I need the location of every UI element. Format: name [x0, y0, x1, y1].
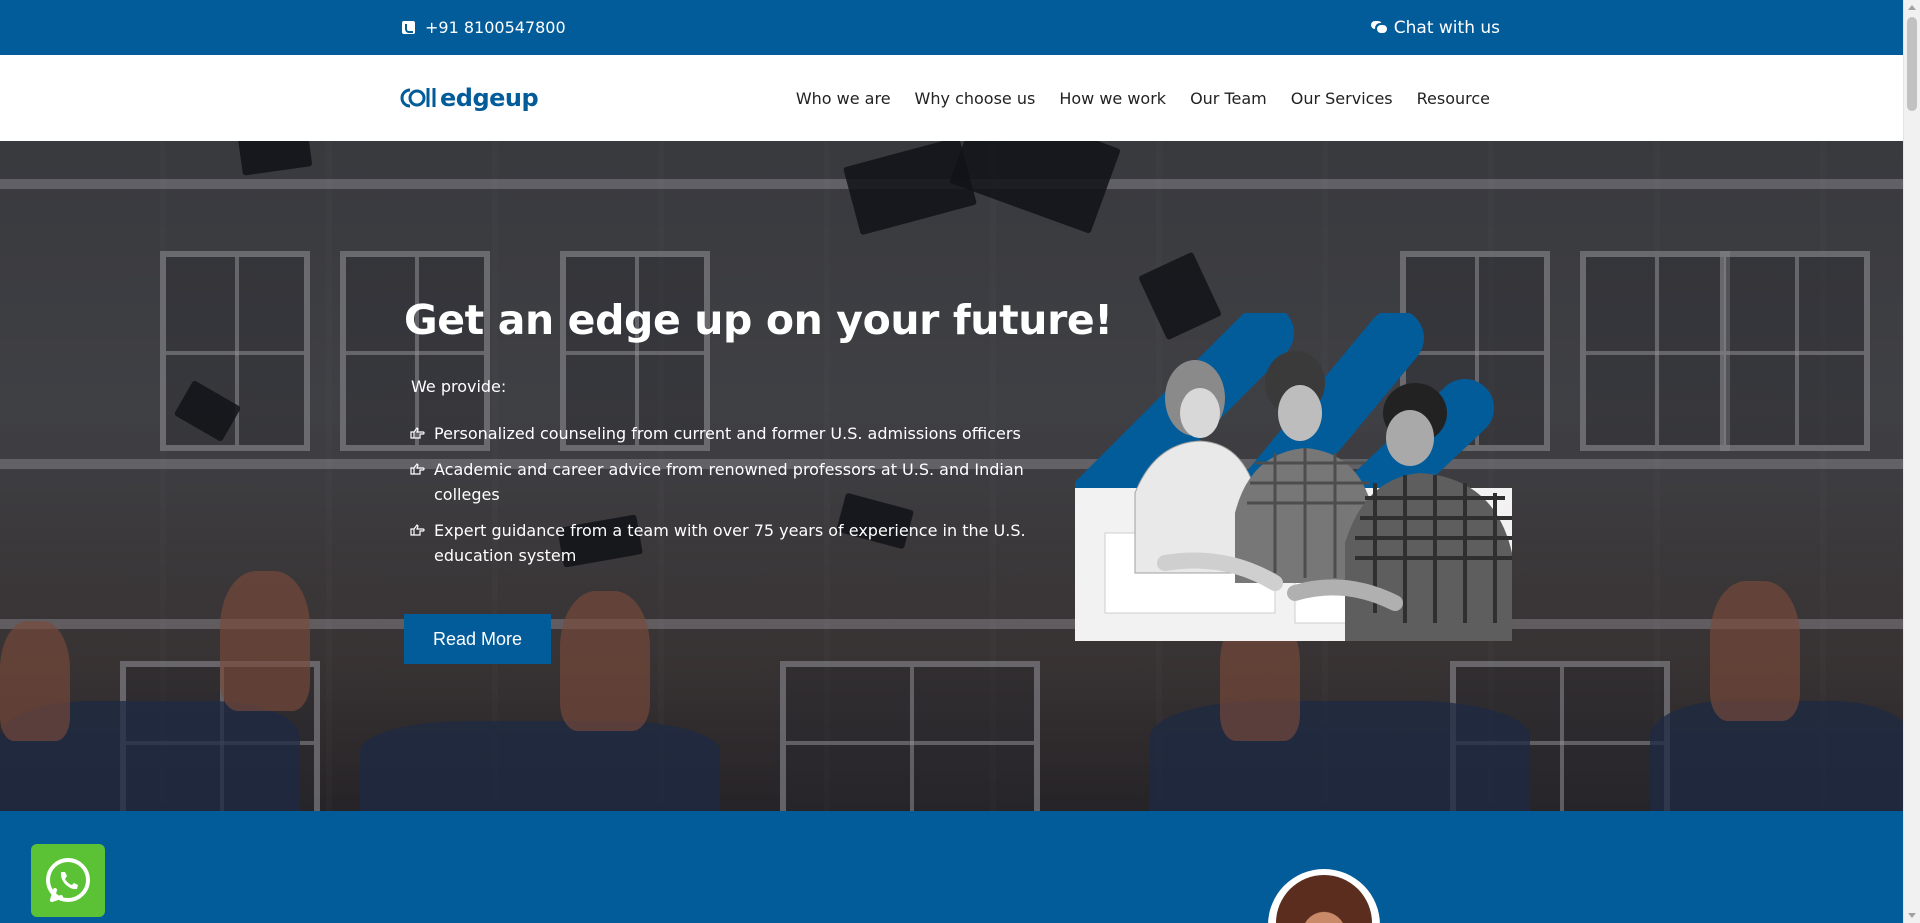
- scrollbar-thumb[interactable]: [1907, 17, 1917, 111]
- phone-contact[interactable]: +91 8100547800: [402, 0, 566, 55]
- nav-our-services[interactable]: Our Services: [1291, 89, 1393, 108]
- colledgeup-logo[interactable]: edgeup: [400, 82, 539, 114]
- nav-our-team[interactable]: Our Team: [1190, 89, 1267, 108]
- feature-text: Academic and career advice from renowned…: [434, 460, 1024, 504]
- feature-text: Expert guidance from a team with over 75…: [434, 521, 1026, 565]
- nav-why-choose-us[interactable]: Why choose us: [915, 89, 1036, 108]
- chat-label[interactable]: Chat with us: [1394, 18, 1500, 38]
- students-studying-photo: [1075, 313, 1512, 641]
- hand-pointing-icon: [410, 463, 425, 475]
- hero-title: Get an edge up on your future!: [404, 296, 1113, 344]
- site-header: edgeup Who we are Why choose us How we w…: [0, 55, 1903, 141]
- feature-text: Personalized counseling from current and…: [434, 424, 1021, 443]
- logo-mark-icon: [400, 88, 436, 108]
- page-scrollbar[interactable]: [1903, 0, 1920, 923]
- whatsapp-button[interactable]: [31, 844, 105, 917]
- phone-number[interactable]: +91 8100547800: [425, 18, 566, 37]
- nav-who-we-are[interactable]: Who we are: [796, 89, 891, 108]
- whatsapp-icon: [46, 857, 90, 902]
- hand-pointing-icon: [410, 427, 425, 439]
- top-contact-bar: +91 8100547800 Chat with us: [0, 0, 1903, 55]
- main-nav: Who we are Why choose us How we work Our…: [796, 55, 1490, 141]
- read-more-button[interactable]: Read More: [404, 614, 551, 664]
- hand-pointing-icon: [410, 524, 425, 536]
- chat-with-us-link[interactable]: Chat with us: [1370, 0, 1500, 55]
- logo-text: edgeup: [440, 84, 539, 112]
- nav-resource[interactable]: Resource: [1417, 89, 1490, 108]
- hero-section: Get an edge up on your future! We provid…: [0, 141, 1903, 811]
- nav-how-we-work[interactable]: How we work: [1059, 89, 1166, 108]
- scroll-up-arrow-icon[interactable]: [1908, 5, 1916, 10]
- list-item: Academic and career advice from renowned…: [410, 457, 1035, 507]
- phone-icon: [402, 21, 415, 34]
- we-provide-label: We provide:: [411, 377, 507, 396]
- list-item: Personalized counseling from current and…: [410, 421, 1035, 446]
- features-list: Personalized counseling from current and…: [410, 421, 1035, 579]
- scroll-down-arrow-icon[interactable]: [1908, 913, 1916, 918]
- list-item: Expert guidance from a team with over 75…: [410, 518, 1035, 568]
- blue-info-section: [0, 811, 1903, 923]
- chat-bubbles-icon: [1370, 21, 1388, 34]
